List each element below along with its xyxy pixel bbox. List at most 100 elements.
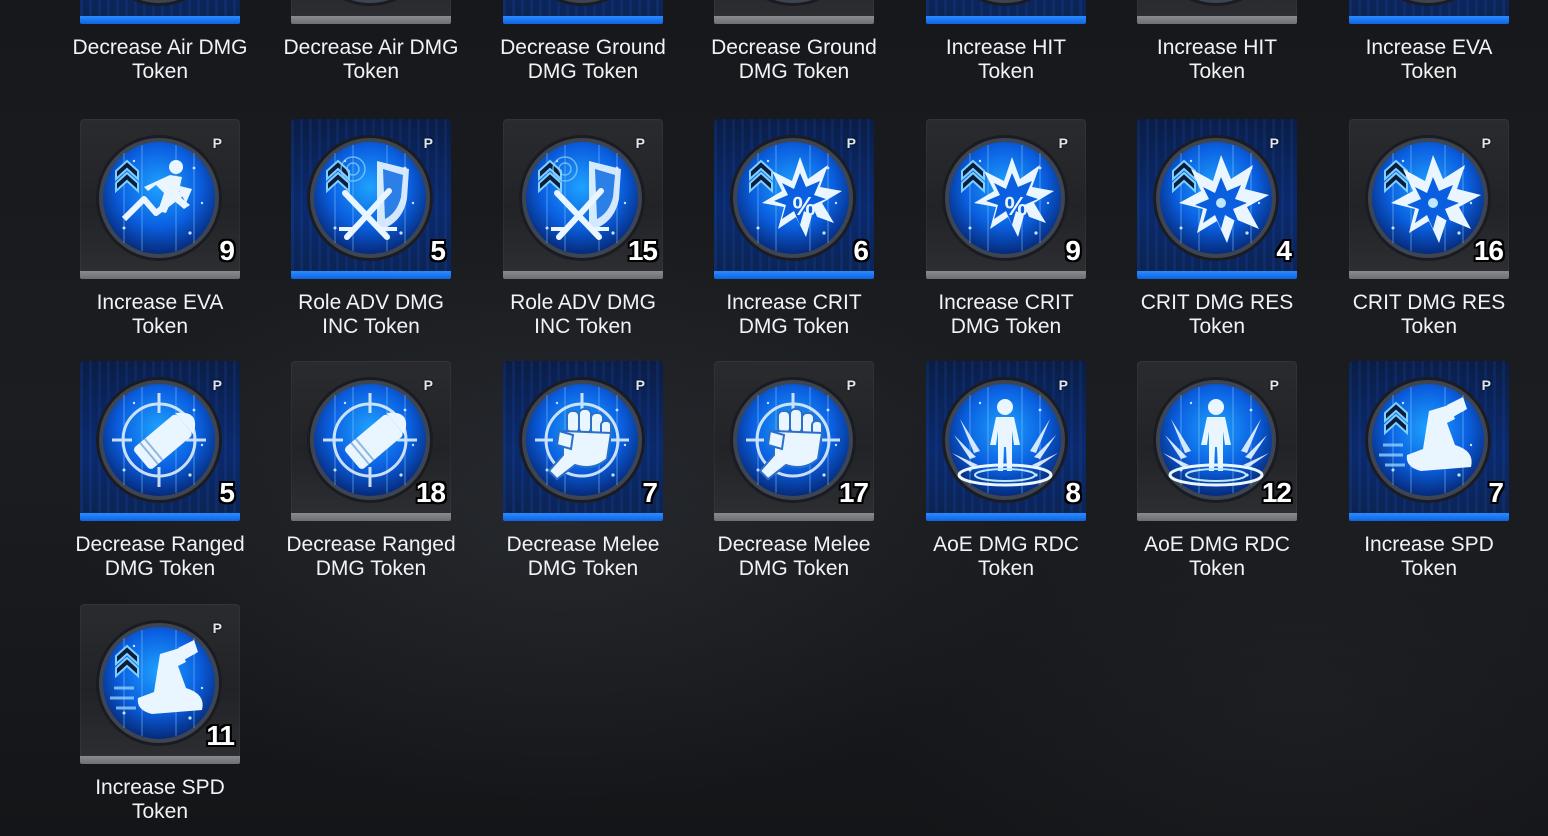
token-item[interactable]: P 17 Decrease Melee DMG Token bbox=[704, 361, 884, 591]
token-tile[interactable]: P7 bbox=[1349, 361, 1509, 521]
token-label: CRIT DMG RES Token bbox=[1352, 291, 1506, 338]
token-inventory-grid: Decrease Air DMG Token Decrease Air DMG … bbox=[0, 0, 1548, 836]
token-tile[interactable] bbox=[1349, 0, 1509, 24]
p-badge: P bbox=[1481, 135, 1491, 151]
rarity-strip bbox=[926, 271, 1086, 279]
person-shockwave-icon bbox=[942, 377, 1068, 503]
partial-icon bbox=[978, 0, 1032, 6]
token-item[interactable]: Decrease Air DMG Token bbox=[281, 0, 461, 94]
evade-runner-icon bbox=[96, 135, 222, 261]
token-tile[interactable]: P9 bbox=[80, 119, 240, 279]
token-tile[interactable]: P4 bbox=[1137, 119, 1297, 279]
token-item[interactable]: P 7 Decrease Melee DMG Token bbox=[493, 361, 673, 591]
token-item[interactable]: Decrease Air DMG Token bbox=[70, 0, 250, 94]
rarity-strip bbox=[714, 16, 874, 24]
token-label: Decrease Air DMG Token bbox=[283, 36, 459, 83]
rarity-strip bbox=[714, 271, 874, 279]
crit-burst-percent-icon: % bbox=[942, 135, 1068, 261]
rarity-strip bbox=[291, 16, 451, 24]
token-label: Increase EVA Token bbox=[1365, 36, 1493, 83]
token-item[interactable]: Increase HIT Token bbox=[916, 0, 1096, 94]
token-tile[interactable] bbox=[926, 0, 1086, 24]
rarity-strip bbox=[926, 16, 1086, 24]
token-count: 18 bbox=[415, 477, 446, 508]
rarity-strip bbox=[80, 16, 240, 24]
p-badge: P bbox=[846, 377, 856, 393]
p-badge: P bbox=[635, 135, 645, 151]
token-item[interactable]: P 5 Role ADV DMG INC Token bbox=[281, 119, 461, 349]
rarity-strip bbox=[1137, 513, 1297, 521]
token-item[interactable]: P 16 CRIT DMG RES Token bbox=[1339, 119, 1519, 349]
token-item[interactable]: P 11 Increase SPD Token bbox=[70, 604, 250, 834]
token-item[interactable]: % P 9 Increase CRIT DMG Token bbox=[916, 119, 1096, 349]
token-tile[interactable] bbox=[1137, 0, 1297, 24]
rarity-strip bbox=[1137, 16, 1297, 24]
token-item[interactable]: Increase HIT Token bbox=[1127, 0, 1307, 94]
token-count: 12 bbox=[1261, 477, 1292, 508]
rarity-strip bbox=[1137, 271, 1297, 279]
token-tile[interactable] bbox=[80, 0, 240, 24]
fist-crosshair-icon bbox=[519, 377, 645, 503]
token-item[interactable]: Decrease Ground DMG Token bbox=[704, 0, 884, 94]
token-tile[interactable]: P 16 bbox=[1349, 119, 1509, 279]
token-tile[interactable]: P8 bbox=[926, 361, 1086, 521]
partial-icon bbox=[132, 0, 186, 6]
token-tile[interactable] bbox=[291, 0, 451, 24]
token-item[interactable]: P 9 Increase EVA Token bbox=[70, 119, 250, 349]
token-tile[interactable]: P 12 bbox=[1137, 361, 1297, 521]
token-item[interactable]: P 18 Decrease Ranged DMG Token bbox=[281, 361, 461, 591]
rarity-strip bbox=[1349, 513, 1509, 521]
token-tile[interactable] bbox=[503, 0, 663, 24]
p-badge: P bbox=[1058, 377, 1068, 393]
token-tile[interactable]: P7 bbox=[503, 361, 663, 521]
token-label: CRIT DMG RES Token bbox=[1140, 291, 1294, 338]
token-label: Increase SPD Token bbox=[95, 776, 225, 823]
token-tile[interactable]: % P 9 bbox=[926, 119, 1086, 279]
token-count: 16 bbox=[1473, 235, 1504, 266]
token-count: 9 bbox=[219, 235, 235, 266]
token-count: 7 bbox=[642, 477, 658, 508]
token-label: AoE DMG RDC Token bbox=[933, 533, 1079, 580]
p-badge: P bbox=[1269, 377, 1279, 393]
token-tile[interactable]: P 15 bbox=[503, 119, 663, 279]
token-item[interactable]: P 15 Role ADV DMG INC Token bbox=[493, 119, 673, 349]
rarity-strip bbox=[80, 513, 240, 521]
rarity-strip bbox=[291, 271, 451, 279]
token-label: Increase EVA Token bbox=[96, 291, 224, 338]
token-label: Decrease Melee DMG Token bbox=[717, 533, 871, 580]
token-item[interactable]: Increase EVA Token bbox=[1339, 0, 1519, 94]
token-tile[interactable] bbox=[714, 0, 874, 24]
token-tile[interactable]: P5 bbox=[80, 361, 240, 521]
token-item[interactable]: P 12 AoE DMG RDC Token bbox=[1127, 361, 1307, 591]
bullet-crosshair-icon bbox=[96, 377, 222, 503]
token-item[interactable]: % P 6 Increase CRIT DMG Token bbox=[704, 119, 884, 349]
p-badge: P bbox=[1481, 377, 1491, 393]
token-item[interactable]: P 5 Decrease Ranged DMG Token bbox=[70, 361, 250, 591]
token-item[interactable]: Decrease Ground DMG Token bbox=[493, 0, 673, 94]
token-label: Increase CRIT DMG Token bbox=[726, 291, 862, 338]
rarity-strip bbox=[291, 513, 451, 521]
token-count: 7 bbox=[1488, 477, 1504, 508]
crossed-swords-shield-icon bbox=[307, 135, 433, 261]
token-tile[interactable]: P 17 bbox=[714, 361, 874, 521]
token-tile[interactable]: P5 bbox=[291, 119, 451, 279]
token-count: 15 bbox=[627, 235, 658, 266]
svg-text:%: % bbox=[1004, 191, 1027, 221]
token-tile[interactable]: P 18 bbox=[291, 361, 451, 521]
token-tile[interactable]: % P 6 bbox=[714, 119, 874, 279]
token-tile[interactable]: P 11 bbox=[80, 604, 240, 764]
rarity-strip bbox=[1349, 271, 1509, 279]
token-label: Decrease Air DMG Token bbox=[72, 36, 248, 83]
partial-icon bbox=[1401, 0, 1455, 6]
token-item[interactable]: P 8 AoE DMG RDC Token bbox=[916, 361, 1096, 591]
token-label: Decrease Melee DMG Token bbox=[506, 533, 660, 580]
token-count: 4 bbox=[1276, 235, 1292, 266]
rarity-strip bbox=[926, 513, 1086, 521]
token-count: 11 bbox=[206, 720, 235, 751]
token-count: 5 bbox=[430, 235, 446, 266]
token-item[interactable]: P 7 Increase SPD Token bbox=[1339, 361, 1519, 591]
rarity-strip bbox=[80, 756, 240, 764]
p-badge: P bbox=[1269, 135, 1279, 151]
token-label: Decrease Ground DMG Token bbox=[500, 36, 666, 83]
token-item[interactable]: P 4 CRIT DMG RES Token bbox=[1127, 119, 1307, 349]
